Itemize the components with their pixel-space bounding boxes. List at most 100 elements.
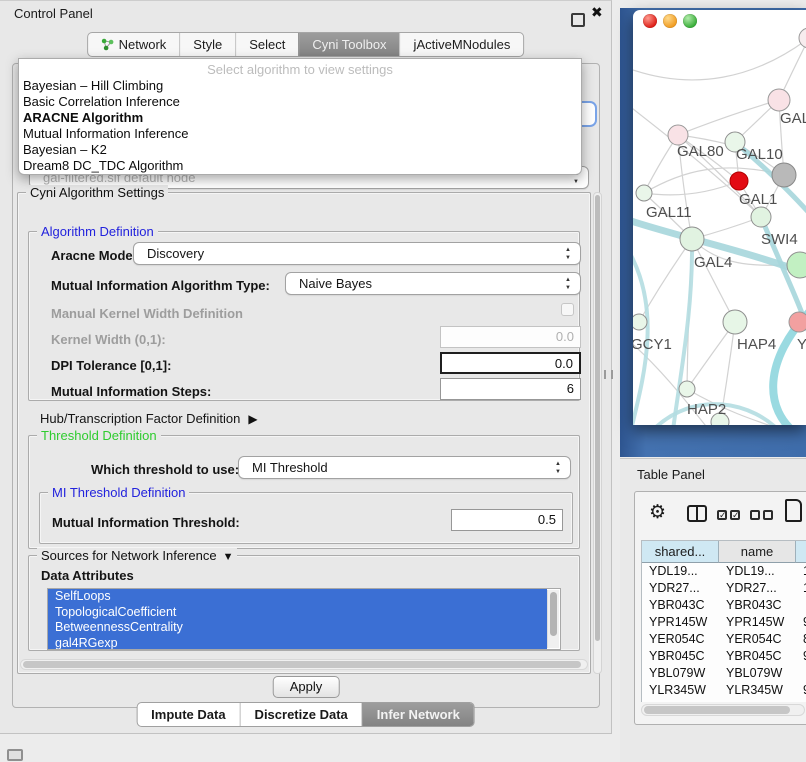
- table-horizontal-scrollbar[interactable]: [641, 704, 805, 716]
- table-cell: YDR27...: [642, 580, 719, 597]
- dpi-tolerance-field[interactable]: 0.0: [440, 352, 581, 374]
- column-header-name[interactable]: name: [719, 541, 796, 563]
- algorithm-option[interactable]: Bayesian – K2: [19, 142, 581, 158]
- table-cell: [796, 597, 806, 614]
- combo-arrows-icon: ▲▼: [554, 460, 562, 476]
- mi-algorithm-type-combobox[interactable]: Naive Bayes ▲▼: [285, 272, 581, 295]
- column-header-a[interactable]: A: [796, 541, 806, 563]
- tab-select[interactable]: Select: [235, 33, 298, 56]
- kernel-width-field[interactable]: 0.0: [440, 326, 581, 348]
- sources-group-title[interactable]: Sources for Network Inference▼: [37, 548, 237, 563]
- table-row[interactable]: YBR045CYBR045C9.: [642, 648, 806, 665]
- table-row[interactable]: YBL079WYBL079W: [642, 665, 806, 682]
- table-panel-title: Table Panel: [637, 467, 705, 482]
- kernel-width-value: 0.0: [556, 329, 574, 344]
- network-node[interactable]: [679, 381, 695, 397]
- tab-style[interactable]: Style: [179, 33, 235, 56]
- network-canvas[interactable]: GALGAL80GAL10GAL1GAL11SWI4GAL4GCY1HAP4YH…: [633, 10, 806, 425]
- which-threshold-combobox[interactable]: MI Threshold ▲▼: [238, 456, 571, 479]
- algorithm-option[interactable]: Dream8 DC_TDC Algorithm: [19, 158, 581, 174]
- data-attribute-item[interactable]: BetweennessCentrality: [48, 620, 547, 636]
- manual-kernel-checkbox[interactable]: [561, 303, 574, 316]
- control-panel-title: Control Panel: [14, 6, 93, 21]
- table-row[interactable]: YLR345WYLR345W9.: [642, 682, 806, 699]
- cyni-algorithm-settings-group: Cyni Algorithm Settings Algorithm Defini…: [17, 192, 591, 674]
- data-attribute-item[interactable]: SelfLoops: [48, 589, 547, 605]
- data-attribute-item[interactable]: TopologicalCoefficient: [48, 605, 547, 621]
- close-traffic-light-icon[interactable]: [643, 14, 657, 28]
- tab-discretize-data[interactable]: Discretize Data: [240, 703, 362, 726]
- table-row[interactable]: YIL052CYIL052C0: [642, 699, 806, 702]
- which-threshold-label: Which threshold to use:: [91, 462, 239, 477]
- table-cell: YIL052C: [642, 699, 719, 702]
- checkbox-checked-icon[interactable]: ✓: [717, 510, 727, 520]
- document-icon[interactable]: [785, 499, 802, 522]
- tab-impute-data[interactable]: Impute Data: [137, 703, 239, 726]
- mi-threshold-value: 0.5: [538, 512, 556, 527]
- table-rows: YDL19...YDL19...13YDR27...YDR27...12YBR0…: [642, 563, 806, 702]
- columns-icon[interactable]: [687, 505, 707, 522]
- algorithm-option[interactable]: ARACNE Algorithm: [19, 110, 581, 126]
- table-cell: YLR345W: [719, 682, 796, 699]
- network-node[interactable]: [772, 163, 796, 187]
- network-node[interactable]: [668, 125, 688, 145]
- algorithm-option[interactable]: Mutual Information Inference: [19, 126, 581, 142]
- mi-steps-field[interactable]: 6: [440, 378, 581, 400]
- table-cell: YBR045C: [642, 648, 719, 665]
- checkbox-checked-icon[interactable]: ✓: [730, 510, 740, 520]
- node-label: GAL11: [646, 204, 692, 221]
- apply-button[interactable]: Apply: [273, 676, 340, 698]
- tab-jactivemnodules[interactable]: jActiveMNodules: [400, 33, 524, 56]
- table-cell: 13: [796, 563, 806, 580]
- table-cell: YPR145W: [719, 614, 796, 631]
- tab-label: Style: [193, 37, 222, 52]
- kernel-width-label: Kernel Width (0,1):: [51, 332, 166, 347]
- network-node[interactable]: [768, 89, 790, 111]
- table-cell: 0: [796, 699, 806, 702]
- data-attributes-label: Data Attributes: [41, 568, 134, 583]
- data-attribute-item[interactable]: gal4RGexp: [48, 636, 547, 651]
- aracne-mode-combobox[interactable]: Discovery ▲▼: [133, 242, 581, 265]
- network-window[interactable]: GALGAL80GAL10GAL1GAL11SWI4GAL4GCY1HAP4YH…: [633, 10, 806, 425]
- settings-horizontal-scrollbar[interactable]: [20, 659, 588, 670]
- gear-icon[interactable]: ⚙: [649, 501, 666, 524]
- table-row[interactable]: YPR145WYPR145W9.: [642, 614, 806, 631]
- network-view-frame: GALGAL80GAL10GAL1GAL11SWI4GAL4GCY1HAP4YH…: [620, 8, 806, 457]
- float-window-icon[interactable]: [571, 13, 585, 27]
- minimize-traffic-light-icon[interactable]: [663, 14, 677, 28]
- network-node[interactable]: [787, 252, 806, 278]
- table-row[interactable]: YDL19...YDL19...13: [642, 563, 806, 580]
- table-cell: YDL19...: [719, 563, 796, 580]
- algorithm-option[interactable]: Bayesian – Hill Climbing: [19, 78, 581, 94]
- checkbox-unchecked-icon[interactable]: [763, 510, 773, 520]
- network-node[interactable]: [680, 227, 704, 251]
- close-icon[interactable]: ✖: [591, 4, 603, 21]
- node-table[interactable]: shared...nameA YDL19...YDL19...13YDR27..…: [641, 540, 806, 702]
- zoom-traffic-light-icon[interactable]: [683, 14, 697, 28]
- table-row[interactable]: YBR043CYBR043C: [642, 597, 806, 614]
- data-attributes-list[interactable]: SelfLoopsTopologicalCoefficientBetweenne…: [47, 588, 561, 650]
- mi-threshold-field[interactable]: 0.5: [451, 509, 563, 531]
- algorithm-dropdown-popup: Select algorithm to view settings Bayesi…: [18, 58, 582, 175]
- table-cell: 9.: [796, 648, 806, 665]
- settings-vertical-scrollbar[interactable]: [593, 192, 602, 674]
- hub-definition-toggle[interactable]: Hub/Transcription Factor Definition▶: [40, 411, 258, 426]
- dpi-tolerance-label: DPI Tolerance [0,1]:: [51, 358, 171, 373]
- network-node[interactable]: [730, 172, 748, 190]
- tab-cyni-toolbox[interactable]: Cyni Toolbox: [298, 33, 399, 56]
- tab-infer-network[interactable]: Infer Network: [362, 703, 474, 726]
- table-row[interactable]: YDR27...YDR27...12: [642, 580, 806, 597]
- algorithm-option[interactable]: Basic Correlation Inference: [19, 94, 581, 110]
- network-node[interactable]: [751, 207, 771, 227]
- network-node[interactable]: [723, 310, 747, 334]
- attributes-scrollbar[interactable]: [547, 590, 559, 648]
- table-row[interactable]: YER054CYER054C8.: [642, 631, 806, 648]
- checkbox-unchecked-icon[interactable]: [750, 510, 760, 520]
- network-node[interactable]: [636, 185, 652, 201]
- network-node[interactable]: [633, 314, 647, 330]
- restore-panel-icon[interactable]: [7, 749, 23, 761]
- network-node[interactable]: [789, 312, 806, 332]
- panel-splitter-handle[interactable]: [604, 370, 613, 379]
- column-header-shared-[interactable]: shared...: [642, 541, 719, 563]
- tab-network[interactable]: Network: [88, 33, 180, 56]
